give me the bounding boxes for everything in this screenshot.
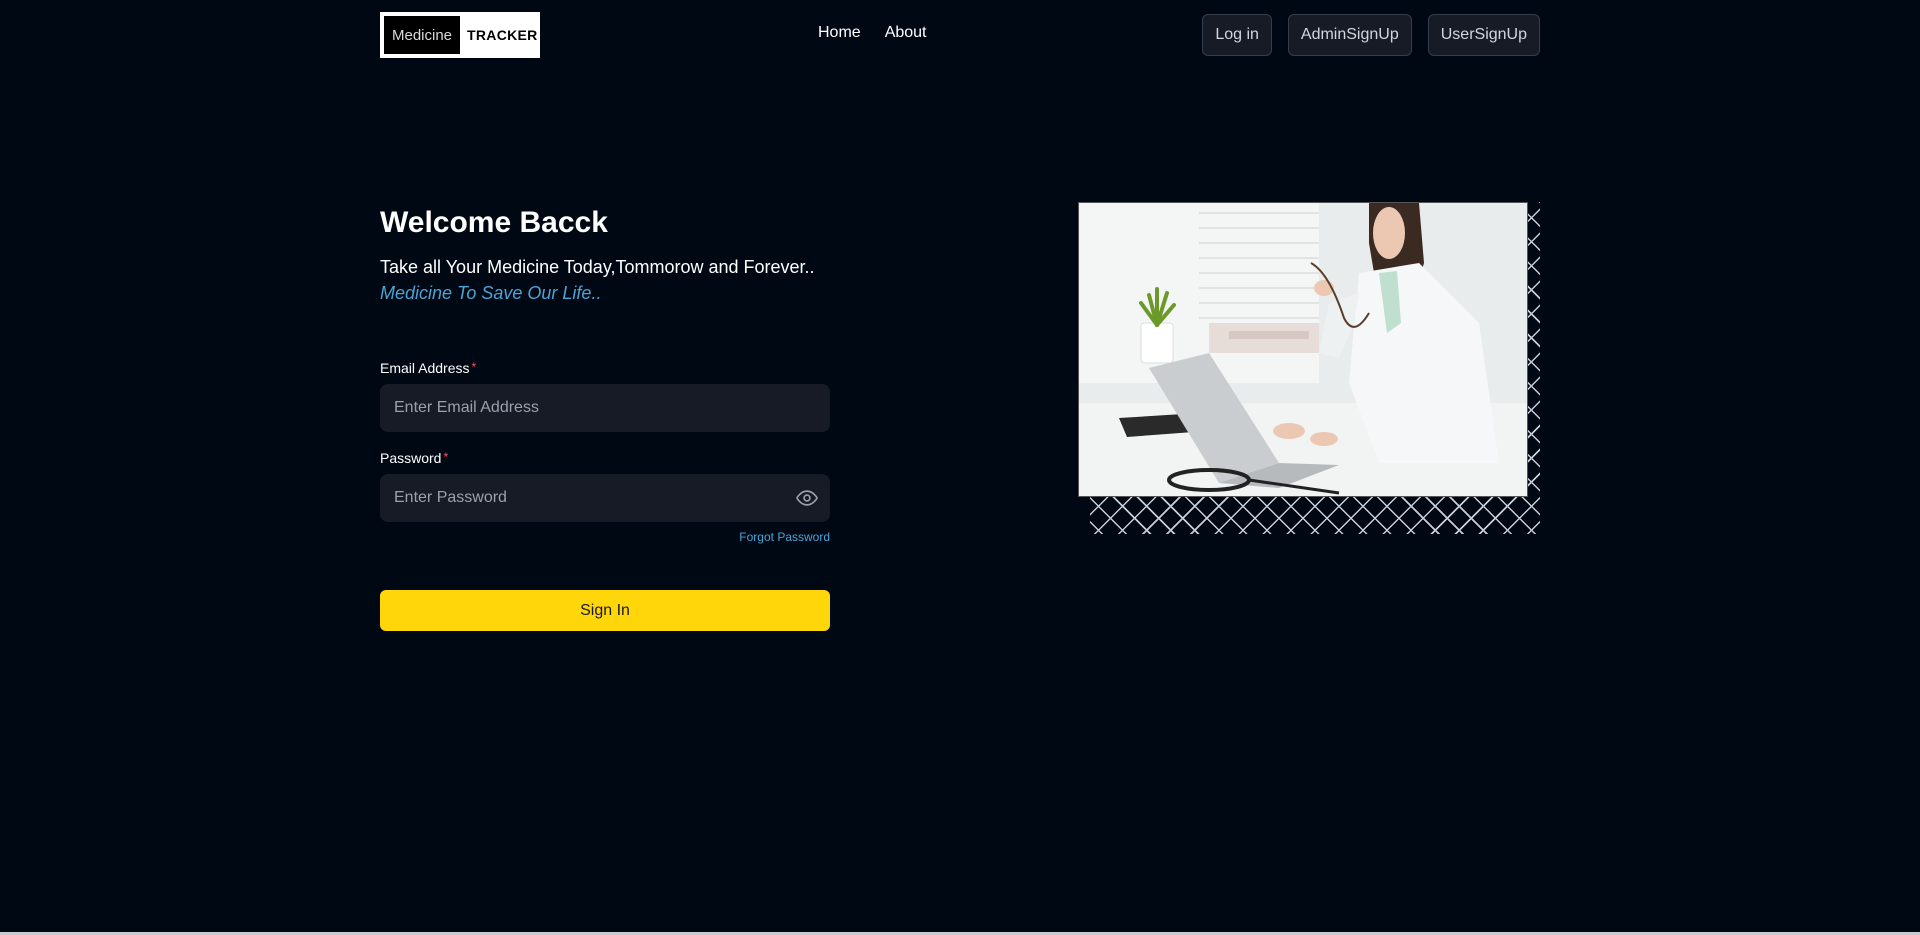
login-button[interactable]: Log in: [1202, 14, 1272, 56]
hero-image-block: [1078, 202, 1540, 534]
email-field[interactable]: [392, 398, 818, 418]
nav-buttons: Log in AdminSignUp UserSignUp: [1202, 14, 1540, 56]
nav-links: Home About: [818, 24, 927, 42]
nav-link-home[interactable]: Home: [818, 24, 861, 42]
forgot-password-link[interactable]: Forgot Password: [739, 530, 830, 544]
sign-in-button[interactable]: Sign In: [380, 590, 830, 631]
user-signup-button[interactable]: UserSignUp: [1427, 14, 1540, 56]
password-field[interactable]: [392, 488, 796, 508]
doctor-photo: [1078, 202, 1528, 497]
navbar: Medicine TRACKER Home About Log in Admin…: [380, 12, 1540, 58]
password-label: Password *: [380, 450, 448, 466]
page-title: Welcome Bacck: [380, 206, 608, 239]
password-label-text: Password: [380, 450, 442, 466]
logo-medicine-text: Medicine: [384, 16, 461, 54]
password-field-container: [380, 474, 830, 522]
nav-link-about[interactable]: About: [885, 24, 927, 42]
email-field-container: [380, 384, 830, 432]
logo[interactable]: Medicine TRACKER: [380, 12, 540, 58]
email-required-mark: *: [471, 360, 477, 374]
email-label-text: Email Address: [380, 360, 470, 376]
email-label: Email Address *: [380, 360, 476, 376]
admin-signup-button[interactable]: AdminSignUp: [1287, 14, 1412, 56]
logo-tracker-text: TRACKER: [467, 27, 538, 43]
subtagline: Medicine To Save Our Life..: [380, 283, 602, 303]
login-section: Welcome Bacck Take all Your Medicine Tod…: [380, 200, 830, 631]
page: Medicine TRACKER Home About Log in Admin…: [0, 0, 1920, 935]
password-required-mark: *: [443, 450, 449, 464]
eye-icon[interactable]: [796, 487, 818, 509]
tagline: Take all Your Medicine Today,Tommorow an…: [380, 257, 815, 277]
